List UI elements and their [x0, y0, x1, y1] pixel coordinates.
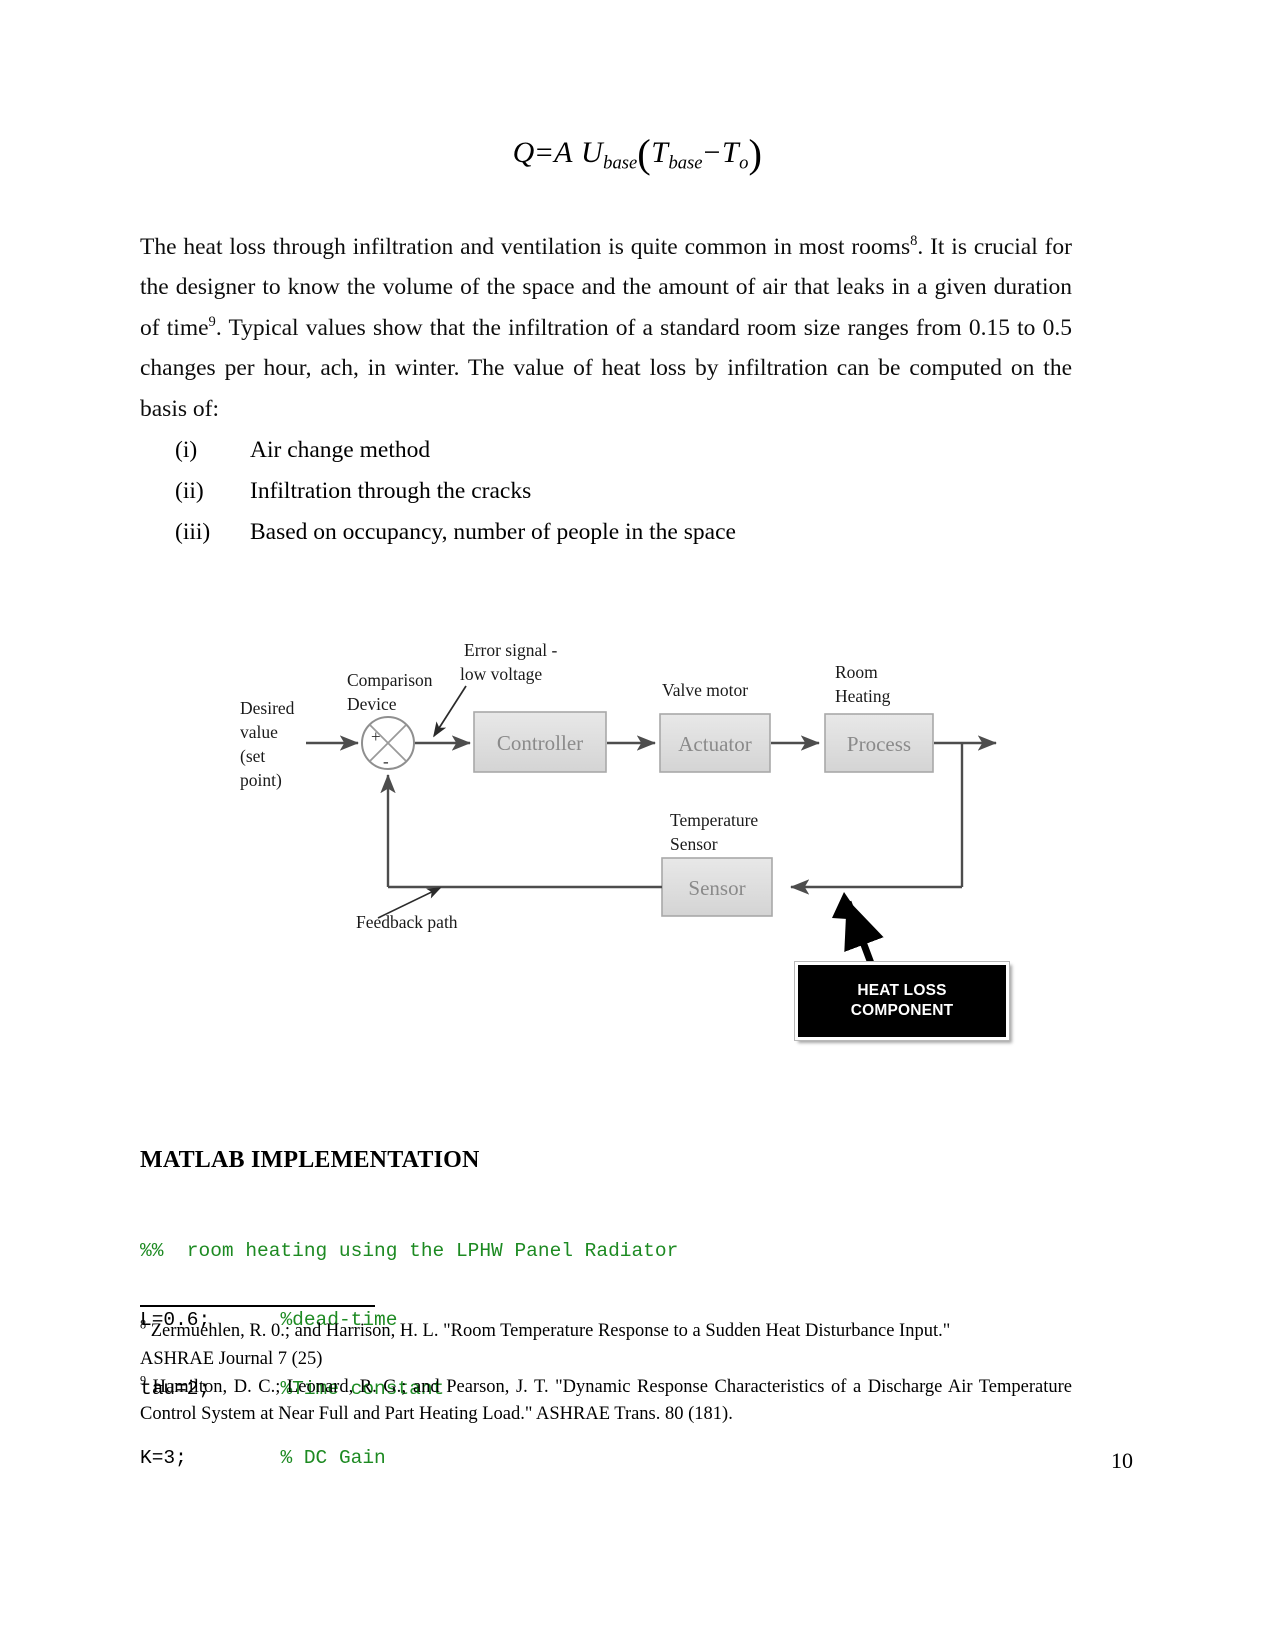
footnote-8-continued: ASHRAE Journal 7 (25) [140, 1346, 1072, 1373]
list-item-marker: (i) [175, 437, 198, 463]
block-actuator-label: Actuator [678, 732, 751, 756]
code-comment: %% room heating using the LPHW Panel Rad… [140, 1240, 679, 1262]
equation-u: U [580, 136, 604, 170]
label-valve-motor: Valve motor [662, 680, 748, 700]
document-page: Q=A Ubase(Tbase−To) The heat loss throug… [0, 0, 1275, 1651]
equation-minus: − [703, 136, 721, 170]
label-error-signal-line2: low voltage [460, 664, 542, 684]
footnote-marker: 9 [140, 1373, 147, 1388]
list-item-label: Based on occupancy, number of people in … [250, 519, 736, 545]
list-item: (iii) Based on occupancy, number of peop… [175, 512, 1055, 553]
list-item-label: Air change method [250, 437, 431, 463]
label-temperature-sensor-line1: Temperature [670, 810, 758, 830]
equation-open-paren: ( [637, 131, 652, 176]
paragraph-part-3: . Typical values show that the infiltrat… [140, 314, 1072, 422]
equation-a: A [554, 136, 573, 170]
code-comment: % DC Gain [280, 1447, 386, 1469]
footnote-separator-rule [140, 1305, 375, 1307]
label-comparison-device-line1: Comparison [347, 670, 433, 690]
footnote-area: 8 Zermuehlen, R. 0.; and Harrison, H. L.… [140, 1318, 1072, 1428]
list-item: (i) Air change method [175, 430, 1055, 471]
block-sensor-label: Sensor [688, 876, 745, 900]
label-comparison-device-line2: Device [347, 694, 397, 714]
callout-line-2: COMPONENT [850, 1002, 954, 1019]
label-desired-value-line2: value [240, 722, 278, 742]
label-room-heating-line1: Room [835, 662, 878, 682]
methods-list: (i) Air change method (ii) Infiltration … [175, 430, 1055, 553]
equation-t-o: T [721, 136, 740, 170]
code-line: K=3; % DC Gain [140, 1447, 678, 1470]
footnote-ref-9: 9 [208, 313, 216, 330]
footnote-marker: 8 [140, 1317, 147, 1332]
matlab-implementation-heading: MATLAB IMPLEMENTATION [140, 1146, 480, 1173]
label-temperature-sensor-line2: Sensor [670, 834, 718, 854]
equation-t-base-subscript: base [668, 152, 703, 174]
equation-equals: = [535, 136, 554, 170]
footnote-text-continued: ASHRAE Journal 7 (25) [140, 1349, 323, 1369]
block-controller-label: Controller [497, 731, 583, 755]
arrowhead-heat-loss-component [832, 892, 863, 920]
label-desired-value-line4: point) [240, 770, 282, 790]
list-item-label: Infiltration through the cracks [250, 478, 532, 504]
equation-u-subscript: base [603, 152, 638, 174]
summing-junction-minus-sign: - [383, 752, 389, 771]
block-process-label: Process [847, 732, 911, 756]
label-feedback-path: Feedback path [356, 912, 458, 932]
summing-junction-plus-sign: + [371, 727, 381, 746]
heat-loss-component-callout: HEAT LOSS COMPONENT [795, 962, 1009, 1040]
body-paragraph: The heat loss through infiltration and v… [140, 227, 1072, 430]
footnote-8: 8 Zermuehlen, R. 0.; and Harrison, H. L.… [140, 1318, 1072, 1345]
page-number: 10 [1111, 1448, 1133, 1473]
equation-heat-loss-base: Q=A Ubase(Tbase−To) [0, 130, 1275, 177]
callout-line-1: HEAT LOSS [857, 982, 947, 999]
footnote-text: Zermuehlen, R. 0.; and Harrison, H. L. "… [150, 1321, 951, 1341]
leader-arrow-error-signal [433, 685, 467, 738]
list-item-marker: (ii) [175, 478, 204, 504]
label-error-signal-line1: Error signal - [464, 640, 557, 660]
equation-q: Q [512, 136, 535, 170]
code-line: %% room heating using the LPHW Panel Rad… [140, 1240, 678, 1263]
code-statement: K=3; [140, 1447, 187, 1469]
paragraph-part-1: The heat loss through infiltration and v… [140, 233, 911, 260]
list-item-marker: (iii) [175, 519, 211, 545]
label-room-heating-line2: Heating [835, 686, 891, 706]
equation-close-paren: ) [748, 131, 763, 176]
list-item: (ii) Infiltration through the cracks [175, 471, 1055, 512]
label-desired-value-line1: Desired [240, 698, 295, 718]
footnote-text: Hamilton, D. C.; Leonard, R. G.; and Pea… [140, 1377, 1073, 1424]
code-pad [187, 1447, 281, 1469]
footnote-9: 9 Hamilton, D. C.; Leonard, R. G.; and P… [140, 1374, 1072, 1428]
equation-t-base: T [651, 136, 669, 170]
label-desired-value-line3: (set [240, 746, 265, 766]
